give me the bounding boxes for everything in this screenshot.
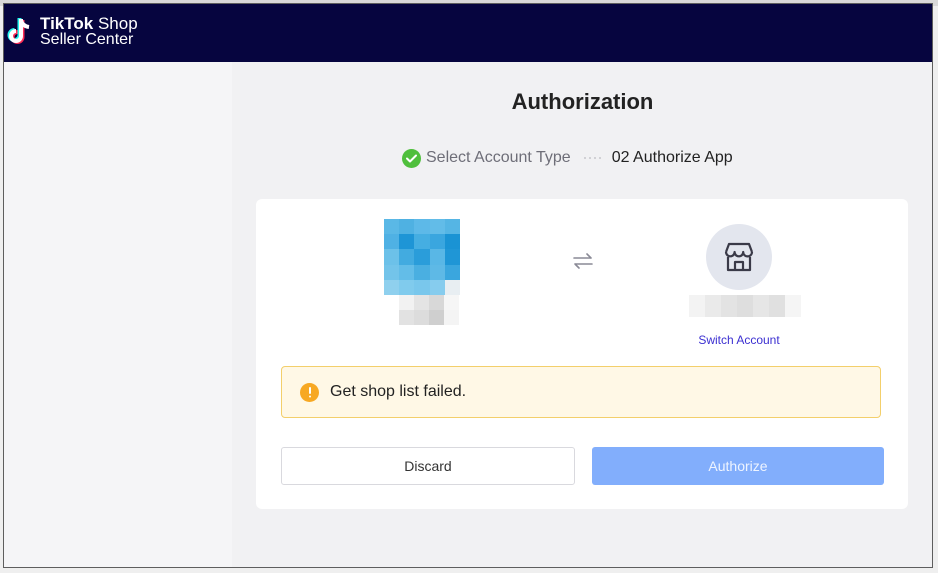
step-separator bbox=[583, 157, 601, 159]
switch-account-link[interactable]: Switch Account bbox=[676, 333, 802, 347]
logo-line1: TikTok Shop bbox=[40, 15, 138, 32]
tiktok-logo-icon bbox=[6, 16, 34, 48]
discard-button[interactable]: Discard bbox=[281, 447, 575, 485]
step-2-label: 02 Authorize App bbox=[611, 149, 733, 166]
logo-line2: Seller Center bbox=[40, 31, 134, 48]
app-name-redacted bbox=[399, 295, 459, 325]
left-panel bbox=[4, 62, 232, 567]
error-alert: Get shop list failed. bbox=[281, 366, 881, 418]
swap-arrows-icon bbox=[572, 251, 594, 271]
screen: TikTok Shop Seller Center Authorization … bbox=[0, 0, 938, 573]
shop-avatar bbox=[706, 224, 772, 290]
page-title: Authorization bbox=[511, 89, 654, 114]
top-header: TikTok Shop Seller Center bbox=[4, 4, 932, 62]
app-avatar-redacted bbox=[384, 219, 460, 295]
authorization-card: Switch Account Get shop list failed. Dis… bbox=[256, 199, 908, 509]
check-circle-icon bbox=[402, 148, 421, 168]
main-content: Authorization Select Account Type 02 Aut… bbox=[4, 62, 932, 567]
step-indicator: Select Account Type 02 Authorize App bbox=[402, 146, 733, 170]
alert-message: Get shop list failed. bbox=[330, 383, 467, 400]
shop-name-redacted bbox=[689, 295, 801, 317]
step-1-label: Select Account Type bbox=[426, 149, 571, 166]
warning-circle-icon bbox=[300, 382, 319, 402]
storefront-icon bbox=[724, 242, 754, 272]
authorization-window: TikTok Shop Seller Center Authorization … bbox=[4, 4, 932, 567]
seller-center-logo[interactable]: TikTok Shop Seller Center bbox=[6, 14, 138, 50]
authorize-button[interactable]: Authorize bbox=[592, 447, 884, 485]
logo-text: TikTok Shop Seller Center bbox=[40, 15, 138, 48]
